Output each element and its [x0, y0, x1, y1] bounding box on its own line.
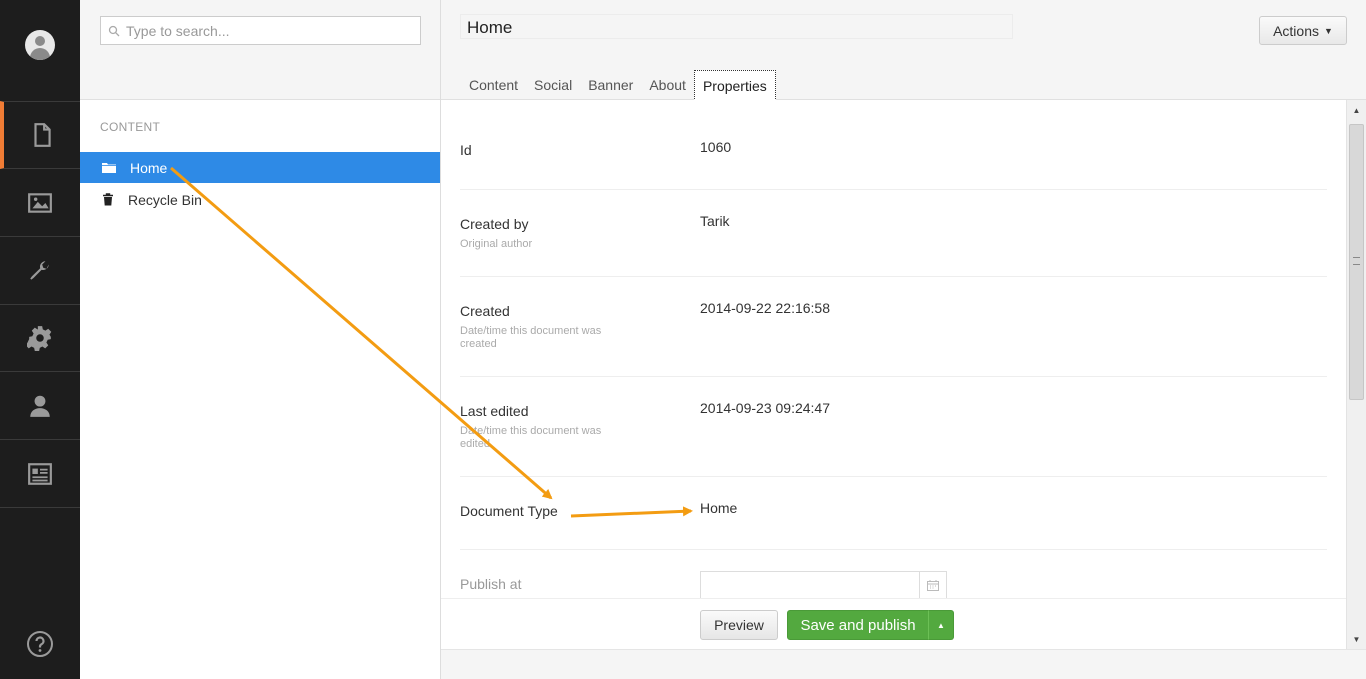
scroll-down-arrow-icon[interactable]: ▼	[1347, 629, 1366, 649]
property-label: Document Type	[460, 503, 558, 519]
gear-icon	[27, 325, 52, 351]
user-avatar[interactable]	[25, 30, 55, 60]
user-icon	[30, 395, 50, 417]
property-description: Original author	[460, 238, 533, 250]
tree-node-label: Home	[130, 159, 168, 176]
tree-node-home[interactable]: Home	[80, 152, 440, 183]
trash-icon	[103, 193, 113, 206]
editor-footer: Preview Save and publish ▲	[441, 598, 1346, 649]
save-and-publish-button[interactable]: Save and publish	[787, 610, 929, 640]
property-label: Id	[460, 142, 472, 158]
tab-content[interactable]: Content	[461, 70, 526, 100]
publish-at-date-input[interactable]	[700, 571, 947, 599]
document-icon	[34, 123, 51, 147]
umbraco-backoffice: Type to search... CONTENT Home Recycle B…	[0, 0, 1366, 679]
property-value: 1060	[700, 139, 732, 155]
actions-button[interactable]: Actions ▼	[1259, 16, 1347, 45]
properties-panel: Id 1060 Created by Original author Tarik…	[441, 100, 1346, 649]
preview-button[interactable]: Preview	[700, 610, 778, 640]
id-card-icon	[28, 462, 52, 485]
caret-down-icon: ▼	[1324, 25, 1333, 36]
property-description: Date/time this document was created	[460, 325, 602, 350]
folder-icon	[102, 163, 116, 173]
nav-developer[interactable]	[0, 304, 80, 372]
tab-social[interactable]: Social	[526, 70, 580, 100]
main-nav-rail	[0, 0, 80, 679]
property-description: Date/time this document was edited	[460, 425, 602, 450]
property-label: Created by	[460, 216, 529, 232]
scroll-up-arrow-icon[interactable]: ▲	[1347, 100, 1366, 120]
editor-bottom-strip	[441, 649, 1366, 679]
property-value: Tarik	[700, 213, 730, 229]
property-label: Last edited	[460, 403, 529, 419]
content-editor: Home Actions ▼ Content Social Banner Abo…	[441, 0, 1366, 679]
property-id: Id 1060	[460, 100, 1327, 190]
tree-header: Type to search...	[80, 0, 440, 100]
tree-section-title: CONTENT	[100, 120, 161, 134]
help-icon[interactable]	[26, 630, 54, 658]
property-value: 2014-09-23 09:24:47	[700, 400, 830, 416]
property-created: Created Date/time this document was crea…	[460, 277, 1327, 377]
property-label: Publish at	[460, 576, 522, 592]
editor-header: Home Actions ▼ Content Social Banner Abo…	[441, 0, 1366, 101]
scrollbar[interactable]: ▲ ▼	[1346, 100, 1366, 649]
scroll-thumb[interactable]	[1349, 124, 1364, 400]
tab-banner[interactable]: Banner	[580, 70, 641, 100]
actions-label: Actions	[1273, 22, 1319, 39]
property-value: 2014-09-22 22:16:58	[700, 300, 830, 316]
property-last-edited: Last edited Date/time this document was …	[460, 377, 1327, 477]
search-icon	[108, 25, 120, 36]
tree-node-recycle-bin[interactable]: Recycle Bin	[80, 184, 440, 215]
tab-properties[interactable]: Properties	[693, 70, 776, 101]
nav-members[interactable]	[0, 440, 80, 508]
property-label: Created	[460, 303, 510, 319]
wrench-icon	[30, 260, 49, 280]
calendar-icon[interactable]	[919, 572, 946, 598]
node-name-field[interactable]: Home	[460, 14, 1013, 39]
search-input[interactable]: Type to search...	[100, 16, 421, 45]
property-created-by: Created by Original author Tarik	[460, 190, 1327, 277]
image-icon	[28, 192, 52, 213]
caret-up-icon[interactable]: ▲	[928, 610, 954, 640]
property-document-type: Document Type Home	[460, 477, 1327, 550]
property-value: Home	[700, 500, 738, 516]
tab-about[interactable]: About	[641, 70, 694, 100]
search-placeholder: Type to search...	[126, 22, 230, 39]
nav-settings[interactable]	[0, 237, 80, 305]
nav-media[interactable]	[0, 169, 80, 237]
nav-content[interactable]	[0, 101, 80, 169]
nav-users[interactable]	[0, 372, 80, 440]
content-tree-panel: Type to search... CONTENT Home Recycle B…	[80, 0, 441, 679]
tree-node-label: Recycle Bin	[128, 191, 202, 208]
editor-tabs: Content Social Banner About Properties	[461, 70, 776, 101]
